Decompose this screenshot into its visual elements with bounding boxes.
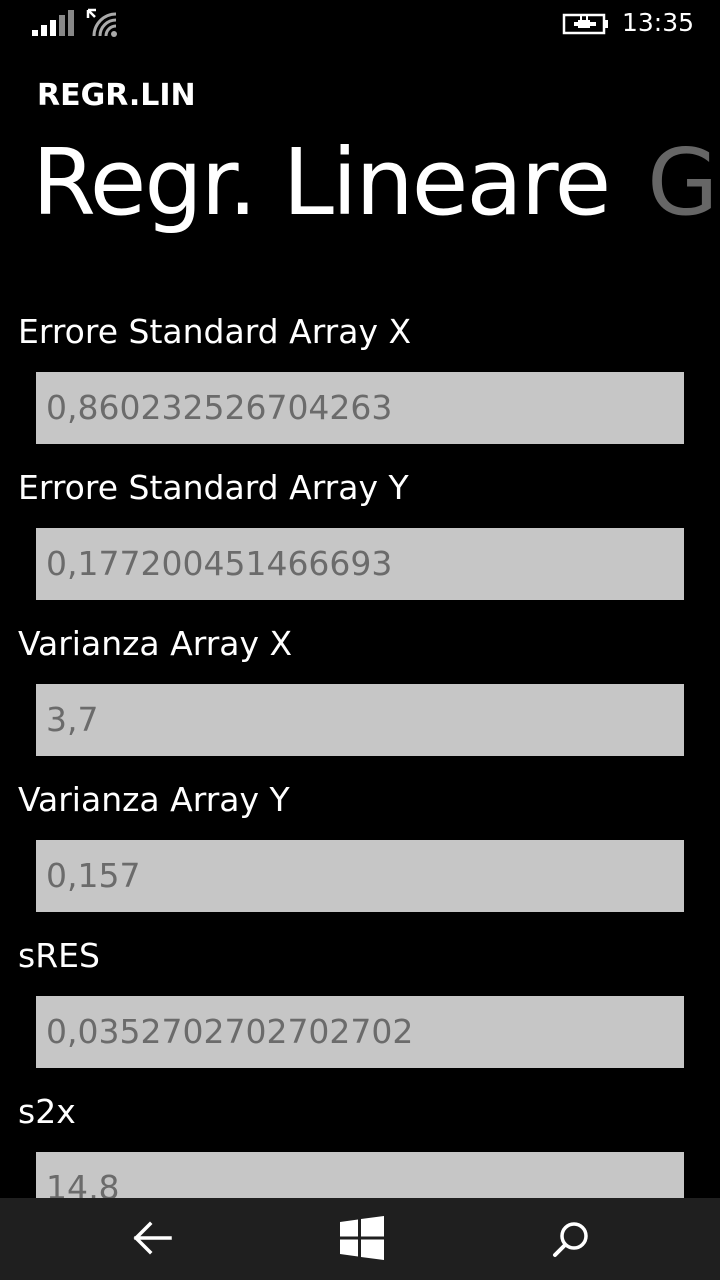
results-list[interactable]: Errore Standard Array X 0,86023252670426… bbox=[0, 300, 720, 1198]
status-clock: 13:35 bbox=[622, 8, 695, 37]
pivot-item-regr-lineare[interactable]: Regr. Lineare bbox=[32, 129, 611, 236]
field-value-errore-standard-x[interactable]: 0,860232526704263 bbox=[36, 372, 684, 444]
back-icon[interactable] bbox=[132, 1220, 174, 1256]
search-icon[interactable] bbox=[552, 1220, 590, 1258]
field-value-s2x[interactable]: 14,8 bbox=[36, 1152, 684, 1198]
field-label-varianza-y: Varianza Array Y bbox=[18, 780, 290, 819]
field-label-s2x: s2x bbox=[18, 1092, 76, 1131]
windows-icon[interactable] bbox=[340, 1216, 384, 1260]
screen: 13:35 REGR.LIN Regr. Lineare G Errore Sta… bbox=[0, 0, 720, 1280]
field-value-varianza-y[interactable]: 0,157 bbox=[36, 840, 684, 912]
field-label-sres: sRES bbox=[18, 936, 100, 975]
pivot-item-next[interactable]: G bbox=[647, 129, 718, 236]
battery-charging-icon bbox=[562, 13, 608, 35]
navigation-bar bbox=[0, 1198, 720, 1280]
pivot-header: Regr. Lineare G bbox=[32, 128, 718, 238]
signal-strength-icon bbox=[32, 10, 74, 36]
status-bar: 13:35 bbox=[0, 0, 720, 48]
field-label-errore-standard-y: Errore Standard Array Y bbox=[18, 468, 409, 507]
field-value-varianza-x[interactable]: 3,7 bbox=[36, 684, 684, 756]
field-label-errore-standard-x: Errore Standard Array X bbox=[18, 312, 412, 351]
wifi-icon bbox=[86, 8, 117, 37]
field-value-sres[interactable]: 0,0352702702702702 bbox=[36, 996, 684, 1068]
app-title: REGR.LIN bbox=[37, 78, 196, 113]
field-value-errore-standard-y[interactable]: 0,177200451466693 bbox=[36, 528, 684, 600]
field-label-varianza-x: Varianza Array X bbox=[18, 624, 293, 663]
